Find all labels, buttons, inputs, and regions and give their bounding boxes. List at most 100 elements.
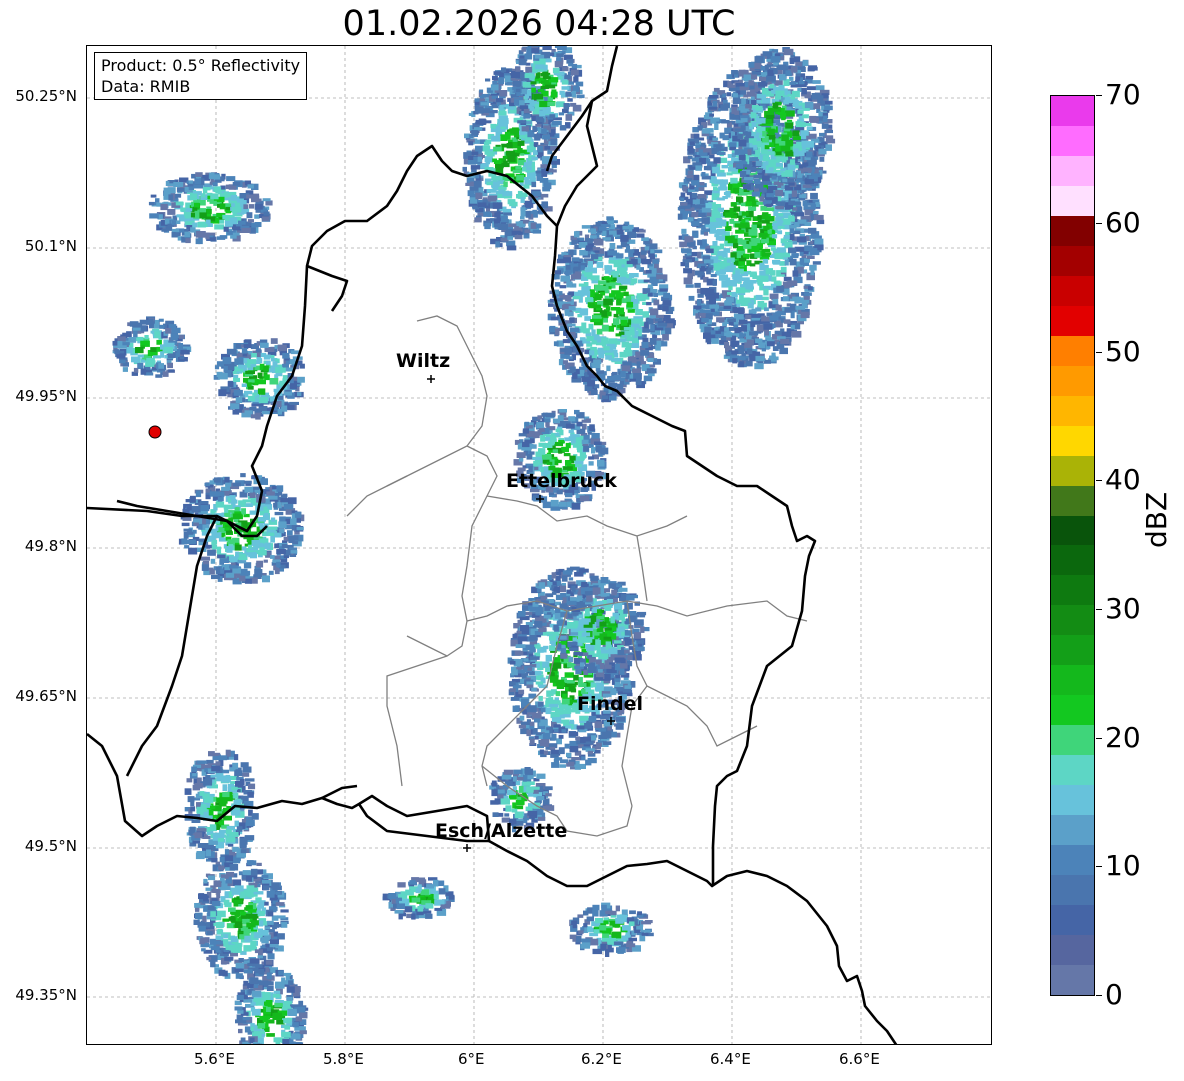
echo-pixel bbox=[600, 286, 609, 291]
echo-pixel bbox=[529, 721, 535, 727]
echo-pixel bbox=[522, 81, 530, 88]
echo-pixel bbox=[783, 99, 789, 105]
echo-pixel bbox=[722, 135, 730, 141]
echo-pixel bbox=[723, 191, 732, 195]
echo-pixel bbox=[512, 633, 518, 639]
echo-pixel bbox=[732, 183, 742, 187]
echo-pixel bbox=[705, 203, 713, 209]
echo-pixel bbox=[735, 270, 740, 277]
echo-pixel bbox=[568, 416, 576, 422]
echo-pixel bbox=[511, 71, 520, 78]
echo-pixel bbox=[621, 278, 631, 285]
echo-pixel bbox=[584, 316, 592, 321]
echo-pixel bbox=[709, 304, 719, 309]
echo-pixel bbox=[776, 162, 783, 167]
echo-pixel bbox=[596, 682, 603, 689]
echo-pixel bbox=[521, 47, 526, 52]
echo-pixel bbox=[789, 233, 795, 240]
echo-pixel bbox=[591, 254, 599, 260]
echo-pixel bbox=[523, 184, 530, 189]
echo-pixel bbox=[685, 262, 690, 268]
echo-pixel bbox=[517, 669, 526, 674]
echo-pixel bbox=[745, 201, 752, 207]
echo-pixel bbox=[561, 575, 568, 582]
echo-pixel bbox=[471, 130, 478, 136]
echo-pixel bbox=[689, 141, 695, 146]
echo-pixel bbox=[772, 260, 781, 265]
echo-pixel bbox=[753, 62, 762, 70]
echo-pixel bbox=[806, 86, 816, 91]
echo-pixel bbox=[769, 142, 775, 147]
echo-pixel bbox=[528, 637, 538, 641]
echo-pixel bbox=[754, 56, 764, 63]
echo-pixel bbox=[559, 125, 567, 131]
echo-pixel bbox=[559, 764, 566, 768]
echo-pixel bbox=[746, 195, 756, 203]
echo-pixel bbox=[574, 572, 584, 577]
echo-pixel bbox=[503, 160, 508, 166]
echo-pixel bbox=[742, 164, 752, 168]
echo-pixel bbox=[561, 729, 567, 733]
echo-pixel bbox=[616, 383, 624, 390]
echo-pixel bbox=[824, 105, 833, 111]
echo-pixel bbox=[563, 103, 570, 110]
echo-pixel bbox=[588, 456, 595, 460]
echo-pixel bbox=[562, 67, 569, 72]
echo-pixel bbox=[812, 261, 821, 265]
echo-pixel bbox=[487, 195, 498, 202]
echo-pixel bbox=[752, 141, 762, 145]
echo-pixel bbox=[790, 324, 795, 330]
echo-pixel bbox=[538, 582, 546, 589]
echo-pixel bbox=[557, 415, 564, 421]
echo-pixel bbox=[819, 132, 825, 137]
echo-pixel bbox=[602, 741, 612, 745]
echo-pixel bbox=[653, 292, 658, 297]
echo-pixel bbox=[727, 238, 738, 244]
echo-pixel bbox=[590, 575, 599, 582]
echo-pixel bbox=[713, 87, 720, 92]
echo-pixel bbox=[534, 644, 541, 649]
echo-pixel bbox=[524, 421, 529, 427]
echo-pixel bbox=[755, 100, 762, 103]
echo-pixel bbox=[625, 373, 630, 379]
echo-pixel bbox=[558, 450, 563, 454]
echo-pixel bbox=[766, 203, 772, 208]
echo-pixel bbox=[592, 247, 601, 251]
echo-pixel bbox=[762, 51, 772, 57]
echo-pixel bbox=[812, 199, 820, 203]
echo-pixel bbox=[709, 221, 719, 228]
echo-pixel bbox=[611, 358, 621, 362]
echo-pixel bbox=[587, 261, 593, 268]
echo-pixel bbox=[554, 282, 561, 287]
echo-pixel bbox=[539, 178, 549, 183]
echo-pixel bbox=[479, 89, 484, 93]
echo-pixel bbox=[716, 145, 722, 152]
echo-pixel bbox=[691, 192, 698, 199]
echo-pixel bbox=[492, 80, 498, 85]
echo-pixel bbox=[748, 206, 757, 211]
echo-pixel bbox=[761, 235, 767, 239]
echo-pixel bbox=[665, 327, 672, 335]
echo-pixel bbox=[641, 341, 649, 349]
echo-pixel bbox=[704, 293, 710, 297]
echo-pixel bbox=[745, 104, 753, 109]
echo-pixel bbox=[715, 235, 723, 241]
echo-pixel bbox=[551, 572, 557, 579]
echo-pixel bbox=[636, 361, 641, 368]
echo-pixel bbox=[751, 308, 756, 313]
echo-pixel bbox=[746, 348, 753, 354]
echo-pixel bbox=[520, 625, 529, 632]
echo-pixel bbox=[656, 340, 662, 347]
echo-pixel bbox=[568, 306, 576, 311]
echo-pixel bbox=[620, 371, 626, 378]
echo-pixel bbox=[566, 501, 572, 508]
echo-pixel bbox=[636, 233, 645, 238]
echo-pixel bbox=[500, 215, 508, 223]
echo-pixel bbox=[753, 178, 761, 185]
echo-pixel bbox=[542, 46, 552, 51]
echo-pixel bbox=[762, 131, 767, 137]
echo-pixel bbox=[596, 261, 604, 268]
echo-pixel bbox=[656, 274, 666, 280]
echo-pixel bbox=[818, 148, 827, 155]
echo-pixel bbox=[719, 179, 728, 185]
